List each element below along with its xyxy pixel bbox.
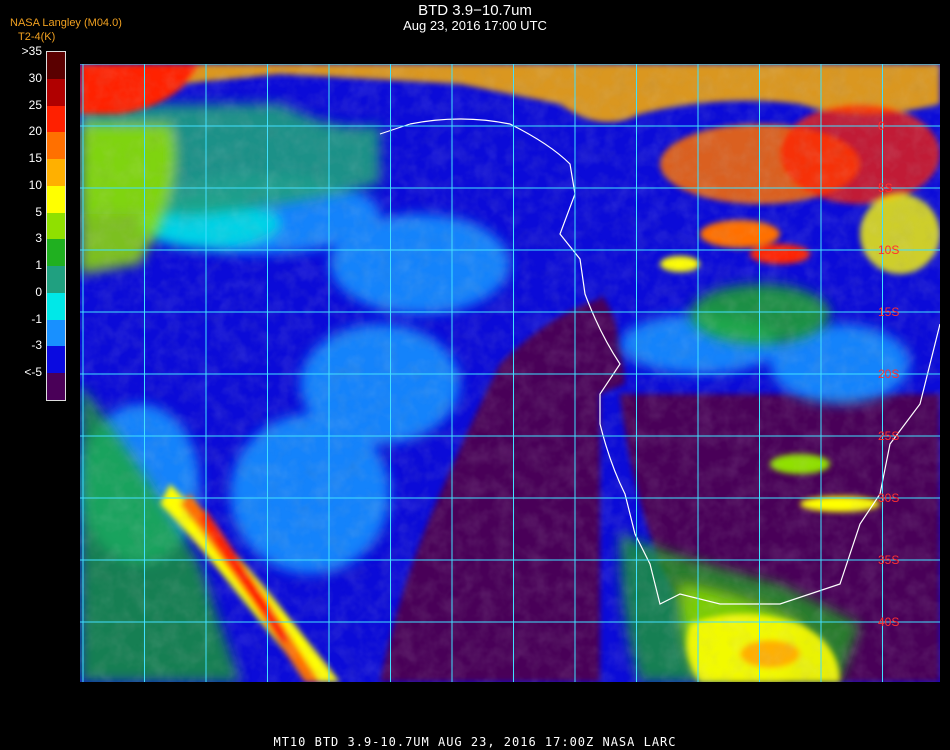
colorbar-swatch	[47, 212, 65, 240]
latitude-label: 10S	[878, 243, 899, 257]
footer-caption: MT10 BTD 3.9-10.7UM AUG 23, 2016 17:00Z …	[273, 735, 677, 749]
texture-overlay	[80, 64, 940, 682]
image-title: BTD 3.9−10.7um	[418, 2, 532, 19]
colorbar-swatch	[47, 105, 65, 133]
colorbar-swatch	[47, 346, 65, 374]
satellite-map: 0 5S 10S 15S 20S 25S 30S 35S 40S	[80, 64, 940, 682]
latitude-label: 40S	[878, 615, 899, 629]
colorbar-swatch	[47, 159, 65, 186]
latitude-label: 30S	[878, 491, 899, 505]
latitude-label: 35S	[878, 553, 899, 567]
image-subtitle: Aug 23, 2016 17:00 UTC	[403, 18, 547, 33]
colorbar	[46, 51, 66, 401]
latitude-label: 15S	[878, 305, 899, 319]
latitude-label: 5S	[878, 181, 893, 195]
colorbar-tick-label: 15	[28, 151, 42, 166]
colorbar-swatch	[47, 185, 65, 213]
colorbar-tick-label: -1	[31, 311, 42, 326]
colorbar-swatch	[47, 373, 65, 400]
colorbar-swatch	[47, 132, 65, 160]
colorbar-tick-label: 5	[35, 204, 42, 219]
colorbar-swatch	[47, 292, 65, 320]
map-canvas: 0 5S 10S 15S 20S 25S 30S 35S 40S	[80, 64, 940, 682]
colorbar-tick-label: 20	[28, 124, 42, 139]
colorbar-swatch	[47, 52, 65, 79]
units-label: T2-4(K)	[18, 31, 56, 43]
colorbar-tick-label: 3	[35, 231, 42, 246]
colorbar-swatch	[47, 239, 65, 267]
colorbar-tick-label: 0	[35, 284, 42, 299]
colorbar-tick-label: >35	[21, 44, 42, 58]
colorbar-swatch	[47, 78, 65, 106]
colorbar-tick-label: 10	[28, 177, 42, 192]
colorbar-tick-label: -3	[31, 338, 42, 353]
colorbar-tick-label: 1	[35, 258, 42, 273]
colorbar-tick-label: 30	[28, 70, 42, 85]
colorbar-swatch	[47, 266, 65, 293]
credit-label: NASA Langley (M04.0)	[10, 17, 122, 29]
colorbar-tick-label: <-5	[24, 365, 42, 380]
colorbar-tick-label: 25	[28, 97, 42, 112]
colorbar-swatch	[47, 319, 65, 347]
latitude-label: 20S	[878, 367, 899, 381]
latitude-label: 0	[878, 119, 885, 133]
latitude-label: 25S	[878, 429, 899, 443]
